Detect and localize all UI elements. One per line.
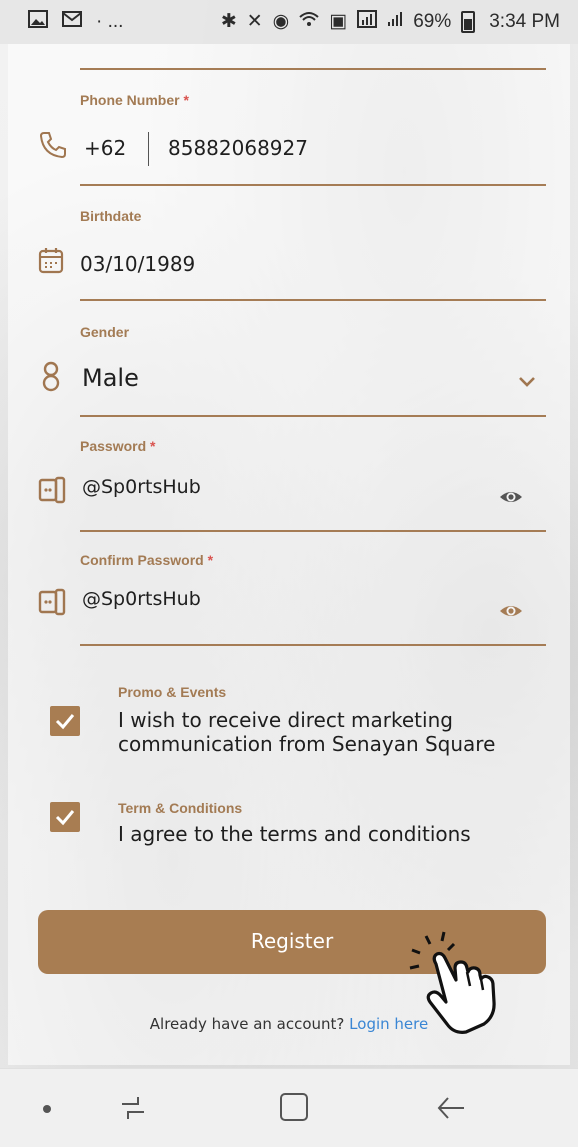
lte-signal-icon <box>357 10 378 34</box>
status-bar: · ... ✱ ✕ ◉ ▣ 69% 3:34 PM <box>0 0 578 44</box>
email-field-tail <box>38 44 546 74</box>
terms-title: Term & Conditions <box>118 800 243 816</box>
gender-label: Gender <box>80 324 130 340</box>
phone-number-label: Phone Number * <box>80 92 189 108</box>
alarm-icon: ◉ <box>272 11 290 32</box>
birthdate-label: Birthdate <box>80 208 142 224</box>
confirm-password-label: Confirm Password * <box>80 552 214 568</box>
field-underline <box>80 184 546 186</box>
field-underline <box>80 644 546 646</box>
promo-text-line-2: communication from Senayan Square <box>118 732 496 756</box>
phone-icon <box>38 130 68 160</box>
notification-overflow: · ... <box>96 11 124 32</box>
calendar-icon <box>38 246 68 276</box>
terms-text: I agree to the terms and conditions <box>118 822 471 846</box>
promo-title: Promo & Events <box>118 684 227 700</box>
chevron-down-icon[interactable] <box>516 370 538 392</box>
promo-text-line-1: I wish to receive direct marketing <box>118 708 453 732</box>
field-underline <box>80 415 546 417</box>
password-icon <box>38 588 68 618</box>
login-prompt: Already have an account? Login here <box>0 1015 578 1033</box>
field-underline <box>80 530 546 532</box>
battery-icon <box>461 11 476 33</box>
clock: 3:34 PM <box>489 11 560 32</box>
login-link[interactable]: Login here <box>349 1015 428 1033</box>
password-icon <box>38 476 68 506</box>
nav-dot-icon[interactable] <box>43 1105 51 1113</box>
birthdate-field[interactable]: Birthdate 03/10/1989 <box>38 204 546 304</box>
field-underline <box>80 68 546 70</box>
gender-icon <box>38 360 68 392</box>
field-underline <box>80 299 546 301</box>
promo-checkbox[interactable] <box>50 706 80 736</box>
password-field[interactable]: Password * @Sp0rtsHub <box>38 436 546 536</box>
eye-icon[interactable] <box>498 484 524 510</box>
bluetooth-icon: ✱ <box>220 11 237 32</box>
phone-screen: · ... ✱ ✕ ◉ ▣ 69% 3:34 PM Phone Number * <box>0 0 578 1147</box>
gender-select[interactable]: Gender Male <box>38 320 546 420</box>
phone-number-field[interactable]: Phone Number * +62 85882068927 <box>38 88 546 188</box>
terms-checkbox[interactable] <box>50 802 80 832</box>
prefix-divider <box>148 132 149 166</box>
terms-consent-row[interactable]: Term & Conditions I agree to the terms a… <box>50 800 530 860</box>
wifi-icon <box>299 11 319 33</box>
gmail-icon <box>62 11 82 33</box>
recent-apps-icon[interactable] <box>118 1093 148 1127</box>
system-navigation-bar <box>0 1068 578 1147</box>
data-saver-icon: ▣ <box>329 11 348 32</box>
back-icon[interactable] <box>434 1093 466 1127</box>
eye-icon[interactable] <box>498 598 524 624</box>
country-code[interactable]: +62 <box>84 136 126 160</box>
password-input[interactable]: @Sp0rtsHub <box>82 476 201 498</box>
mute-icon: ✕ <box>246 11 263 32</box>
gender-value[interactable]: Male <box>82 364 139 392</box>
battery-percent: 69% <box>413 11 452 32</box>
confirm-password-input[interactable]: @Sp0rtsHub <box>82 588 201 610</box>
signal-icon <box>387 11 403 33</box>
promo-consent-row[interactable]: Promo & Events I wish to receive direct … <box>50 684 530 764</box>
birthdate-input[interactable]: 03/10/1989 <box>80 252 195 276</box>
gallery-icon <box>28 10 48 34</box>
login-prompt-text: Already have an account? <box>149 1015 345 1033</box>
confirm-password-field[interactable]: Confirm Password * @Sp0rtsHub <box>38 552 546 652</box>
phone-number-input[interactable]: 85882068927 <box>168 136 308 160</box>
password-label: Password * <box>80 438 156 454</box>
home-icon[interactable] <box>278 1091 310 1127</box>
